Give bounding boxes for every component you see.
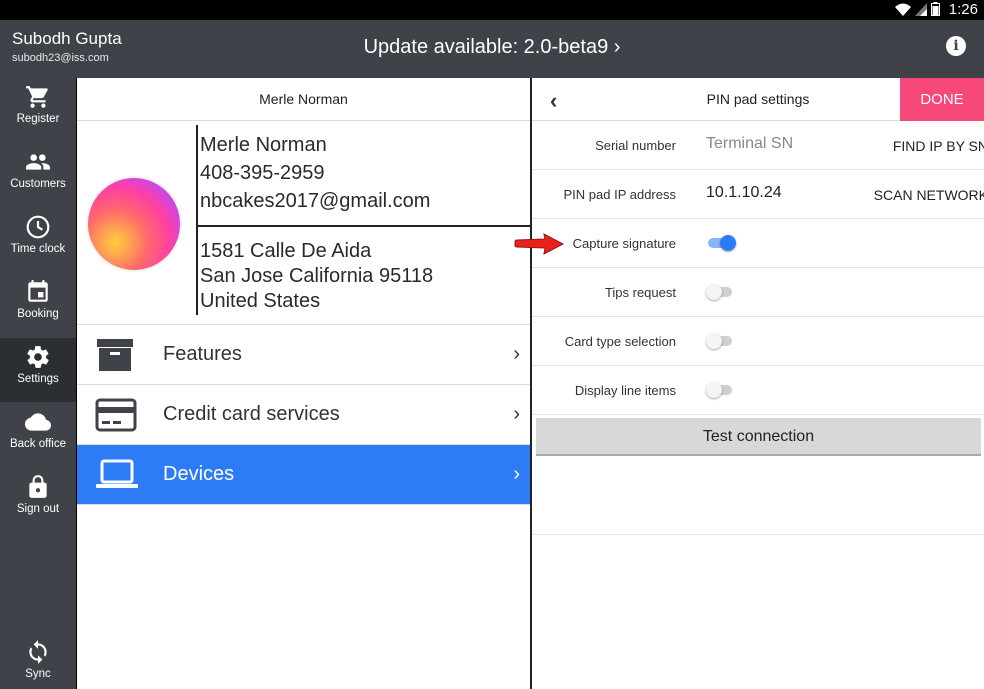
chevron-right-icon: ›: [513, 463, 520, 485]
gear-icon: [27, 346, 49, 368]
menu-item-features[interactable]: Features ›: [77, 325, 530, 385]
serial-number-label: Serial number: [595, 138, 676, 153]
update-available-link[interactable]: Update available: 2.0-beta9 ›: [0, 36, 984, 59]
customer-name: Merle Norman: [200, 134, 327, 156]
customer-address-line1: 1581 Calle De Aida: [200, 240, 372, 262]
cart-icon: [26, 86, 48, 108]
test-connection-button[interactable]: Test connection: [536, 418, 981, 456]
pin-pad-header: PIN pad settings ‹ DONE: [532, 78, 984, 121]
capture-signature-row: Capture signature: [532, 219, 984, 268]
menu-item-label: Credit card services: [163, 403, 340, 425]
card-type-selection-label: Card type selection: [564, 334, 676, 349]
display-line-items-label: Display line items: [574, 383, 676, 398]
ip-address-row: PIN pad IP address 10.1.10.24 SCAN NETWO…: [532, 170, 984, 219]
customer-email: nbcakes2017@gmail.com: [200, 190, 431, 212]
wifi-icon: [895, 3, 911, 21]
customer-card: Merle Norman 408-395-2959 nbcakes2017@gm…: [77, 121, 530, 325]
capture-signature-toggle[interactable]: [706, 235, 736, 251]
customer-address-line3: United States: [200, 290, 321, 312]
display-line-items-toggle[interactable]: [706, 382, 736, 398]
serial-number-input[interactable]: Terminal SN: [706, 135, 793, 153]
chevron-right-icon: ›: [513, 403, 520, 425]
sidebar-item-label: Register: [16, 113, 60, 125]
credit-card-icon: [95, 398, 137, 432]
scan-network-button[interactable]: SCAN NETWORK: [874, 187, 984, 203]
customer-panel-title: Merle Norman: [77, 78, 530, 121]
sidebar-item-register[interactable]: Register: [0, 78, 76, 142]
customer-address-line2: San Jose California 95118: [200, 265, 434, 287]
status-bar: 1:26: [0, 0, 984, 20]
status-time: 1:26: [948, 1, 978, 18]
customer-panel: Merle Norman Merle Norman 408-395-2959 n…: [77, 78, 530, 689]
tips-request-row: Tips request: [532, 268, 984, 317]
back-icon[interactable]: ‹: [550, 88, 557, 114]
menu-item-label: Devices: [163, 463, 235, 485]
chevron-right-icon: ›: [513, 343, 520, 365]
ip-address-label: PIN pad IP address: [563, 187, 677, 202]
annotation-arrow-icon: [514, 233, 565, 255]
sidebar-item-back-office[interactable]: Back office: [0, 403, 76, 467]
sidebar-item-label: Back office: [9, 438, 67, 450]
menu-item-devices[interactable]: Devices ›: [77, 445, 530, 505]
status-icons: [895, 2, 940, 21]
sidebar-item-booking[interactable]: Booking: [0, 273, 76, 337]
people-icon: [26, 154, 50, 170]
divider: [196, 125, 198, 315]
sidebar-item-label: Customers: [10, 178, 66, 190]
battery-icon: [931, 2, 940, 21]
menu-item-credit-card-services[interactable]: Credit card services ›: [77, 385, 530, 445]
sidebar-item-time-clock[interactable]: Time clock: [0, 208, 76, 272]
capture-signature-label: Capture signature: [572, 236, 676, 251]
sidebar: Register Customers Time clock Booking Se…: [0, 78, 76, 689]
sidebar-item-settings[interactable]: Settings: [0, 338, 76, 402]
divider: [532, 534, 984, 535]
cloud-icon: [25, 413, 51, 431]
lock-icon: [29, 475, 47, 498]
find-ip-by-sn-button[interactable]: FIND IP BY SN: [893, 138, 984, 154]
tips-request-toggle[interactable]: [706, 284, 736, 300]
signal-icon: [915, 2, 927, 21]
tips-request-label: Tips request: [604, 285, 676, 300]
avatar: [86, 176, 182, 272]
sync-icon: [29, 640, 47, 664]
done-button[interactable]: DONE: [900, 78, 984, 121]
menu-item-label: Features: [163, 343, 242, 365]
archive-icon: [97, 339, 133, 371]
card-type-selection-row: Card type selection: [532, 317, 984, 366]
top-bar: Subodh Gupta subodh23@iss.com Update ava…: [0, 20, 984, 78]
pin-pad-settings-panel: PIN pad settings ‹ DONE Serial number Te…: [532, 78, 984, 689]
sidebar-item-label: Settings: [17, 373, 59, 385]
customer-phone: 408-395-2959: [200, 162, 325, 184]
clock-icon: [26, 215, 50, 239]
sidebar-item-sign-out[interactable]: Sign out: [0, 468, 76, 532]
card-type-selection-toggle[interactable]: [706, 333, 736, 349]
sidebar-item-label: Booking: [17, 308, 59, 320]
calendar-icon: [28, 280, 48, 302]
sidebar-item-sync[interactable]: Sync: [0, 633, 76, 689]
sidebar-item-label: Time clock: [10, 243, 66, 255]
sidebar-item-label: Sign out: [16, 503, 60, 515]
laptop-icon: [96, 459, 138, 488]
info-icon[interactable]: i: [946, 36, 966, 56]
sidebar-item-label: Sync: [25, 668, 51, 680]
ip-address-input[interactable]: 10.1.10.24: [706, 184, 782, 202]
sidebar-item-customers[interactable]: Customers: [0, 143, 76, 207]
display-line-items-row: Display line items: [532, 366, 984, 415]
serial-number-row: Serial number Terminal SN FIND IP BY SN: [532, 121, 984, 170]
divider: [198, 225, 530, 227]
